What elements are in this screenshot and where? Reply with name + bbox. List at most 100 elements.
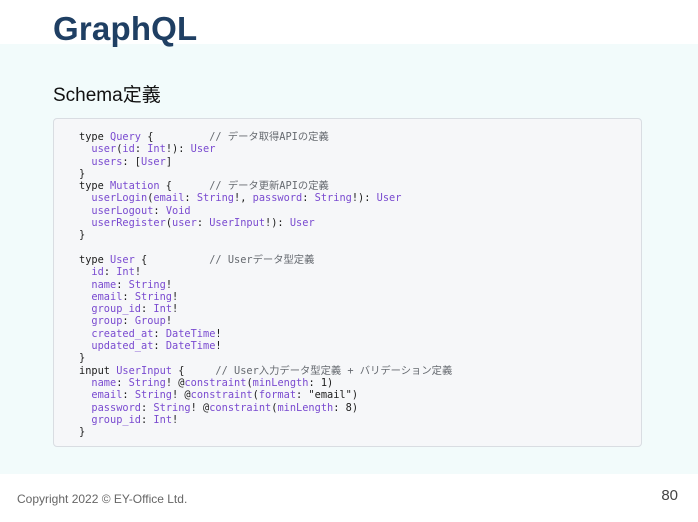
code-token: : <box>153 327 166 340</box>
code-token: } <box>79 426 86 439</box>
code-token: { <box>141 131 210 143</box>
code-token: User <box>141 155 166 168</box>
code-line: name: String! <box>79 279 452 291</box>
code-token: type <box>79 180 110 193</box>
code-token: } <box>79 229 86 242</box>
code-token: : <box>141 303 154 316</box>
code-token: input <box>79 364 117 377</box>
code-token: format <box>258 389 297 402</box>
code-token: UserInput <box>116 364 172 377</box>
code-line: type Query { // データ取得APIの定義 <box>79 131 452 143</box>
code-token: DateTime <box>165 340 216 353</box>
code-token: { <box>134 253 210 266</box>
code-token: password <box>91 401 142 414</box>
code-line: userLogout: Void <box>79 205 452 217</box>
code-token: type <box>79 253 110 266</box>
code-token: User <box>190 143 216 156</box>
code-listing: type Query { // データ取得APIの定義 user(id: Int… <box>79 131 452 438</box>
code-token: !): <box>351 192 377 205</box>
code-token: ! <box>215 340 222 353</box>
code-token: Mutation <box>110 180 160 193</box>
code-token: // User入力データ型定義 + バリデーション定義 <box>215 364 453 377</box>
code-token: { <box>172 364 216 377</box>
code-token: Int <box>116 266 135 279</box>
code-token: minLength <box>252 376 309 389</box>
code-token: userLogin <box>91 192 148 205</box>
code-line: user(id: Int!): User <box>79 143 452 155</box>
code-token: users <box>91 155 123 168</box>
code-token: Int <box>147 143 166 156</box>
code-token: ! @ <box>190 401 210 414</box>
code-token: : <box>153 340 166 353</box>
code-token: } <box>79 167 86 180</box>
code-token: // Userデータ型定義 <box>209 253 315 266</box>
code-token: User <box>110 253 135 266</box>
code-token: : <box>103 266 117 279</box>
code-line: id: Int! <box>79 266 452 278</box>
code-token: group <box>91 315 123 328</box>
code-token: : <box>153 204 166 217</box>
code-token: : <box>122 290 135 303</box>
code-token: constraint <box>184 376 247 389</box>
code-line: email: String! <box>79 291 452 303</box>
code-line: password: String! @constraint(minLength:… <box>79 402 452 414</box>
code-token: id <box>122 143 135 156</box>
code-token: String <box>128 278 166 291</box>
code-line: } <box>79 229 452 241</box>
code-line: } <box>79 352 452 364</box>
code-token: : <box>122 315 135 328</box>
code-line: type User { // Userデータ型定義 <box>79 254 452 266</box>
code-line: updated_at: DateTime! <box>79 340 452 352</box>
code-token: : <box>116 376 129 389</box>
code-token: name <box>91 278 117 291</box>
code-line: } <box>79 426 452 438</box>
code-token: ! <box>172 290 179 303</box>
code-token: email <box>91 389 123 402</box>
code-line: group: Group! <box>79 315 452 327</box>
code-token: constraint <box>190 389 253 402</box>
code-line: type Mutation { // データ更新APIの定義 <box>79 180 452 192</box>
slide-title: GraphQL <box>53 10 198 47</box>
code-token: } <box>79 352 86 365</box>
code-token: Query <box>110 131 141 143</box>
footer-copyright: Copyright 2022 © EY-Office Ltd. <box>17 492 188 506</box>
code-token: : <box>134 143 148 156</box>
code-token: ! <box>165 278 173 291</box>
code-token: created_at <box>91 327 154 340</box>
code-token: constraint <box>209 401 272 414</box>
code-token: : <box>196 217 210 230</box>
code-token: Void <box>165 204 191 217</box>
code-token: userLogout <box>91 204 154 217</box>
code-token: ! <box>215 327 222 340</box>
code-token: Int <box>153 303 173 316</box>
code-token: : <box>116 278 129 291</box>
code-token: { <box>159 180 210 193</box>
code-token: ! @ <box>165 376 185 389</box>
code-token: : <box>141 413 154 426</box>
code-token: : "email") <box>296 389 359 402</box>
code-token: String <box>153 401 191 414</box>
code-token: String <box>196 192 235 205</box>
page-number: 80 <box>661 487 678 504</box>
code-token: : <box>184 192 197 205</box>
code-token: : 8) <box>333 401 359 414</box>
code-token: : [ <box>122 155 142 168</box>
code-token: String <box>134 389 173 402</box>
code-line: } <box>79 168 452 180</box>
code-token: email <box>153 192 185 205</box>
code-token: password <box>252 192 303 205</box>
code-token: ! <box>172 303 179 316</box>
code-token: ] <box>165 155 173 168</box>
code-token: UserInput <box>209 217 266 230</box>
code-token: !): <box>165 143 191 156</box>
code-token: String <box>314 192 352 205</box>
